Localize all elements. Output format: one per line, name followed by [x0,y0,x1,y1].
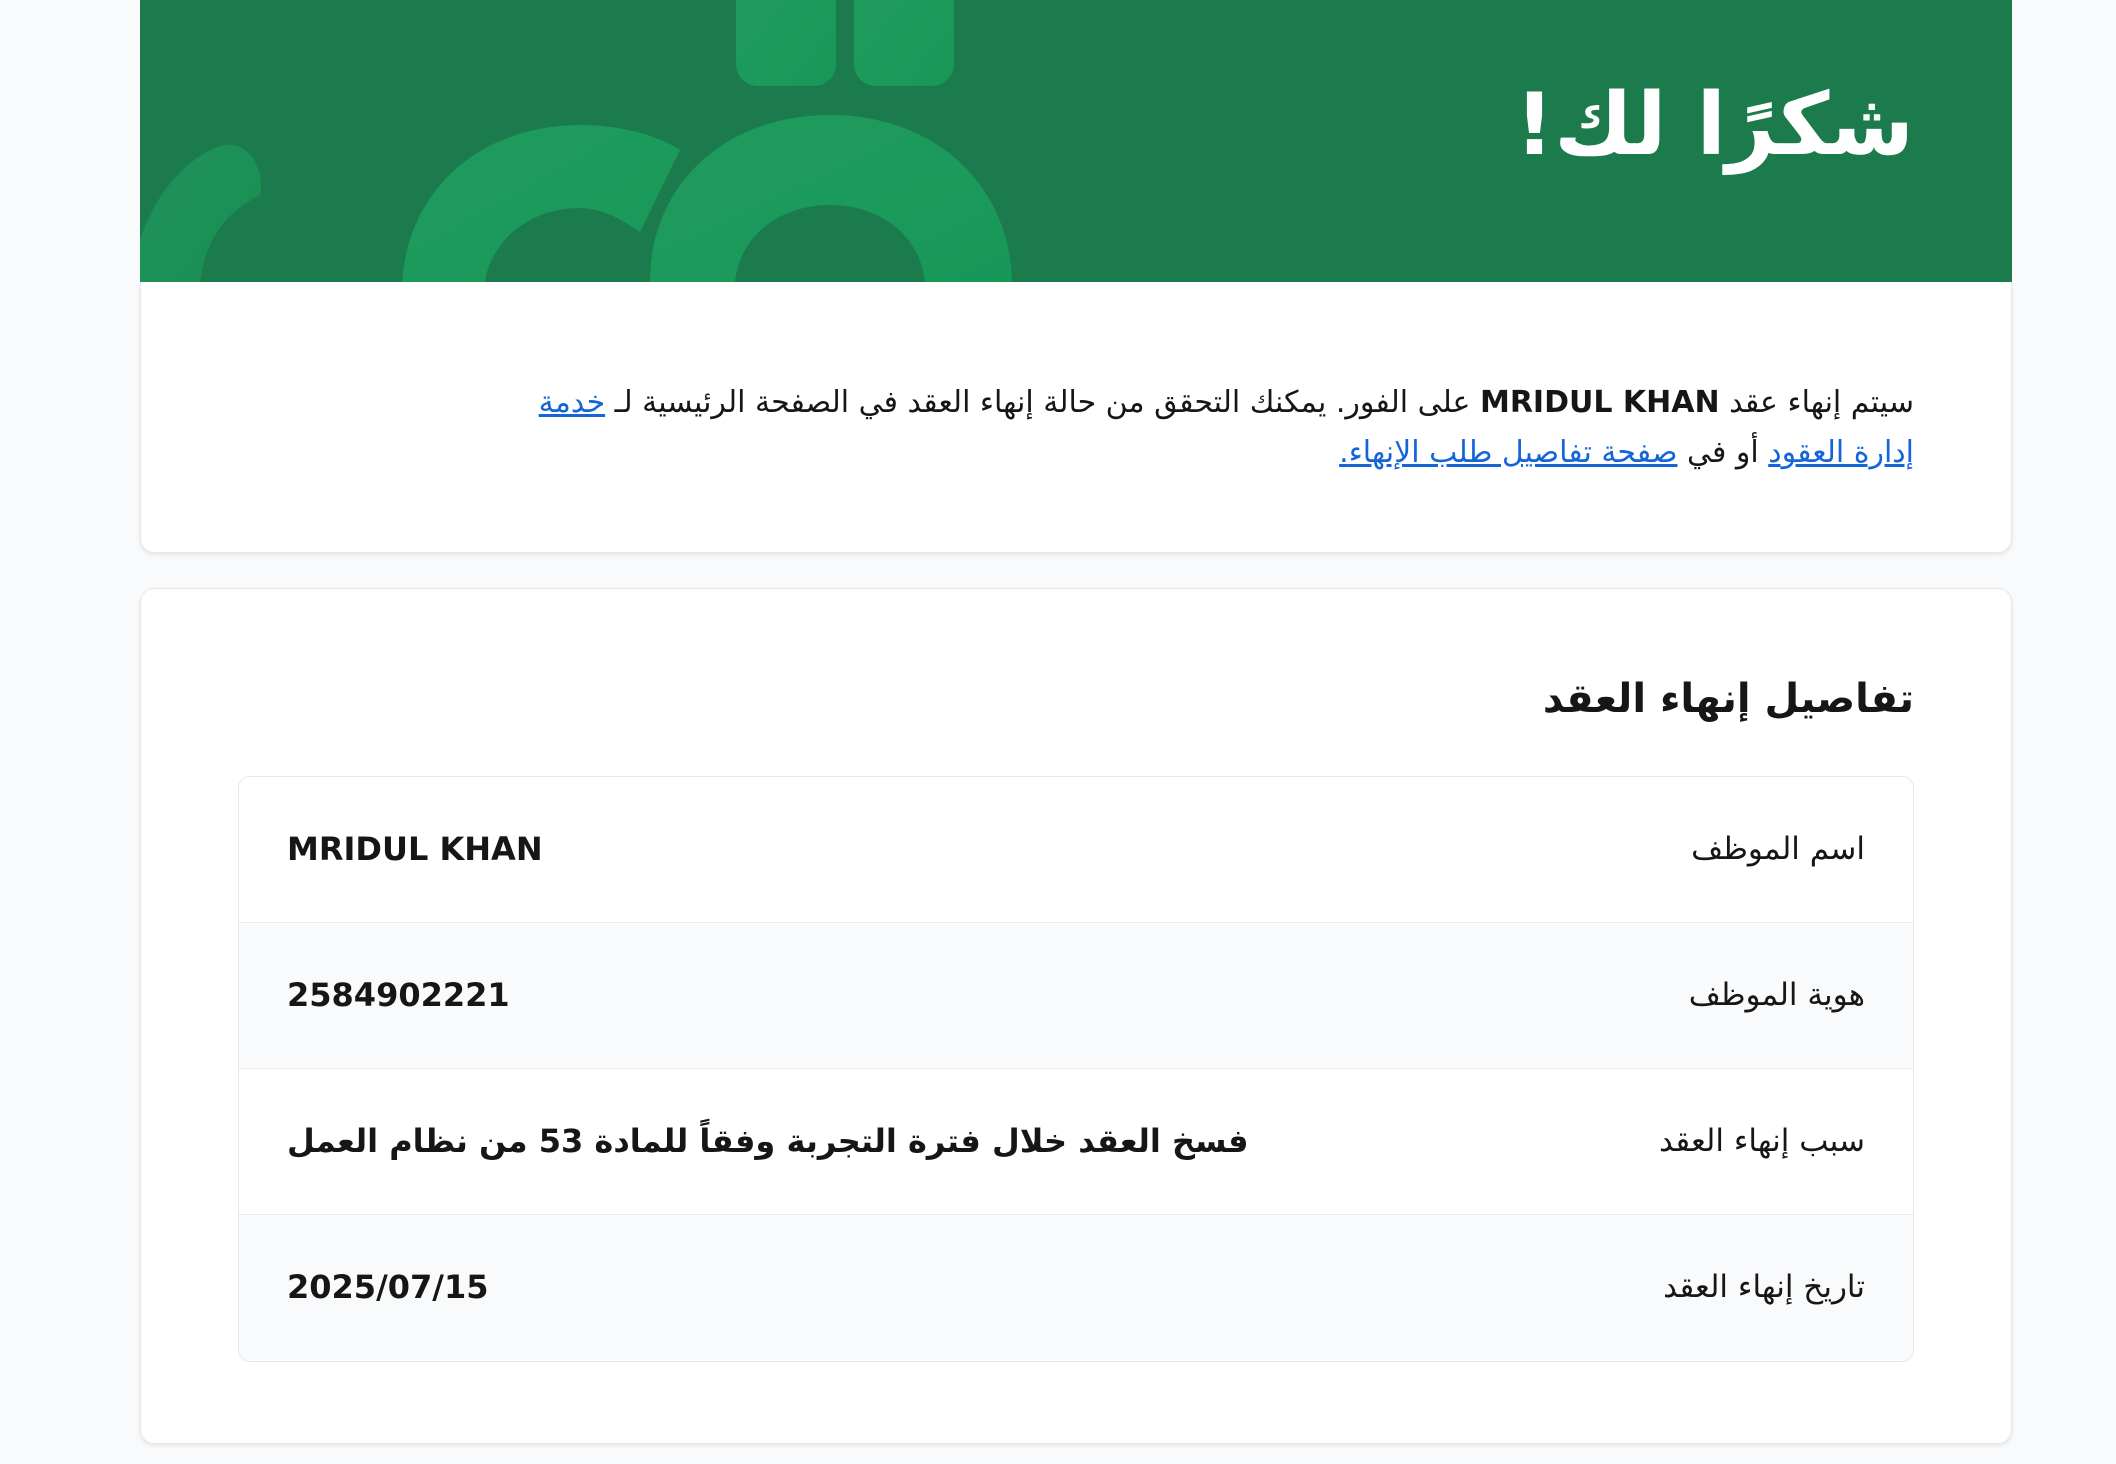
table-row: اسم الموظف MRIDUL KHAN [239,777,1913,923]
details-table: اسم الموظف MRIDUL KHAN هوية الموظف 25849… [238,776,1914,1362]
row-label-termination-reason: سبب إنهاء العقد [1659,1123,1865,1159]
message-or: أو في [1677,435,1769,470]
row-label-employee-id: هوية الموظف [1688,977,1865,1013]
message-middle: على الفور. يمكنك التحقق من حالة إنهاء ال… [605,385,1480,420]
termination-details-link-suffix[interactable]: . [1339,435,1349,470]
hero-banner: شكرًا لك! [140,0,2012,282]
confirmation-message: سيتم إنهاء عقد MRIDUL KHAN على الفور. يم… [514,378,1914,478]
row-value-termination-reason: فسخ العقد خلال فترة التجربة وفقاً للمادة… [287,1122,1249,1160]
table-row: سبب إنهاء العقد فسخ العقد خلال فترة التج… [239,1069,1913,1215]
table-row: هوية الموظف 2584902221 [239,923,1913,1069]
page: شكرًا لك! سيتم إنهاء عقد MRIDUL KHAN على… [0,0,2116,1464]
row-value-employee-id: 2584902221 [287,976,510,1014]
confirmation-card: سيتم إنهاء عقد MRIDUL KHAN على الفور. يم… [140,282,2012,553]
message-prefix: سيتم إنهاء عقد [1719,385,1914,420]
row-label-employee-name: اسم الموظف [1691,831,1865,867]
message-employee-name: MRIDUL KHAN [1479,385,1720,420]
table-row: تاريخ إنهاء العقد 2025/07/15 [239,1215,1913,1360]
details-title: تفاصيل إنهاء العقد [1542,676,1914,722]
termination-details-card: تفاصيل إنهاء العقد اسم الموظف MRIDUL KHA… [140,588,2012,1444]
row-value-termination-date: 2025/07/15 [287,1268,489,1306]
row-label-termination-date: تاريخ إنهاء العقد [1663,1269,1865,1305]
termination-details-link[interactable]: صفحة تفاصيل طلب الإنهاء [1349,435,1678,470]
page-title: شكرًا لك! [1514,75,1914,175]
row-value-employee-name: MRIDUL KHAN [287,830,543,868]
